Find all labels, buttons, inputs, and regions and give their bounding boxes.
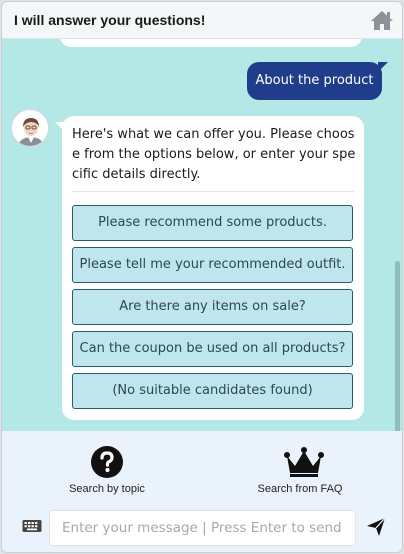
search-from-faq-label: Search from FAQ (257, 483, 343, 495)
header: I will answer your questions! (2, 2, 402, 39)
footer: Search by topic Search from FAQ (2, 431, 402, 552)
message-input[interactable] (49, 510, 356, 546)
keyboard-icon[interactable] (22, 518, 42, 534)
message-input-row (2, 510, 402, 550)
previous-message-bubble (60, 39, 362, 47)
bot-message-text: Here's what we can offer you. Please cho… (72, 127, 356, 182)
bot-avatar (11, 109, 49, 147)
option-list: Please recommend some products. Please t… (72, 205, 353, 415)
option-recommend-products[interactable]: Please recommend some products. (72, 205, 353, 241)
bot-message-bubble: Here's what we can offer you. Please cho… (55, 116, 364, 420)
option-recommended-outfit[interactable]: Please tell me your recommended outfit. (72, 247, 353, 283)
search-by-topic-button[interactable]: Search by topic (62, 445, 152, 495)
header-title: I will answer your questions! (14, 12, 206, 28)
crown-icon (283, 445, 324, 479)
search-by-topic-label: Search by topic (69, 483, 145, 495)
option-items-on-sale[interactable]: Are there any items on sale? (72, 289, 353, 325)
option-no-candidates[interactable]: (No suitable candidates found) (72, 373, 353, 409)
scrollbar[interactable] (395, 261, 400, 431)
send-icon[interactable] (366, 517, 386, 537)
question-icon (90, 445, 124, 479)
bubble-tail (55, 122, 65, 132)
user-message-bubble: About the product (247, 62, 388, 100)
divider (72, 191, 354, 192)
home-icon[interactable] (370, 9, 394, 31)
option-coupon[interactable]: Can the coupon be used on all products? (72, 331, 353, 367)
chat-widget: I will answer your questions! About the … (1, 1, 403, 553)
search-from-faq-button[interactable]: Search from FAQ (250, 445, 350, 495)
user-message-text: About the product (255, 73, 374, 88)
chat-area: About the product Here's what we can off… (2, 39, 402, 431)
bubble-tail (378, 62, 388, 72)
